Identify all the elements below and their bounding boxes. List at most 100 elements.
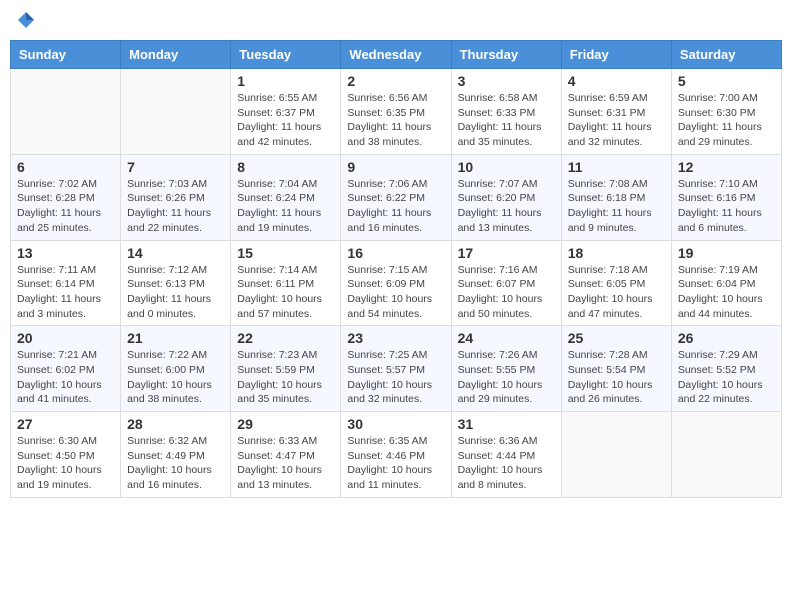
calendar-cell: 17 Sunrise: 7:16 AMSunset: 6:07 PMDayligh… <box>451 240 561 326</box>
cell-info: Sunrise: 7:15 AMSunset: 6:09 PMDaylight:… <box>347 263 444 322</box>
calendar-cell: 11Sunrise: 7:08 AMSunset: 6:18 PMDayligh… <box>561 154 671 240</box>
day-header-sunday: Sunday <box>11 41 121 69</box>
cell-info: Sunrise: 7:26 AMSunset: 5:55 PMDaylight:… <box>458 348 555 407</box>
calendar-cell: 2 Sunrise: 6:56 AMSunset: 6:35 PMDaylight… <box>341 69 451 155</box>
cell-day-number: 9 <box>347 159 444 175</box>
calendar-cell: 13 Sunrise: 7:11 AMSunset: 6:14 PMDayligh… <box>11 240 121 326</box>
calendar-cell: 30 Sunrise: 6:35 AMSunset: 4:46 PMDayligh… <box>341 412 451 498</box>
cell-info: Sunrise: 7:02 AMSunset: 6:28 PMDaylight:… <box>17 177 114 236</box>
calendar-cell: 23 Sunrise: 7:25 AMSunset: 5:57 PMDayligh… <box>341 326 451 412</box>
day-header-monday: Monday <box>121 41 231 69</box>
calendar-cell <box>671 412 781 498</box>
cell-info: Sunrise: 6:30 AMSunset: 4:50 PMDaylight:… <box>17 434 114 493</box>
cell-day-number: 14 <box>127 245 224 261</box>
cell-info: Sunrise: 7:03 AMSunset: 6:26 PMDaylight:… <box>127 177 224 236</box>
cell-day-number: 26 <box>678 330 775 346</box>
day-header-thursday: Thursday <box>451 41 561 69</box>
calendar-cell <box>121 69 231 155</box>
cell-day-number: 2 <box>347 73 444 89</box>
calendar-cell: 21 Sunrise: 7:22 AMSunset: 6:00 PMDayligh… <box>121 326 231 412</box>
calendar-cell: 20 Sunrise: 7:21 AMSunset: 6:02 PMDayligh… <box>11 326 121 412</box>
cell-info: Sunrise: 6:32 AMSunset: 4:49 PMDaylight:… <box>127 434 224 493</box>
calendar-cell: 4 Sunrise: 6:59 AMSunset: 6:31 PMDaylight… <box>561 69 671 155</box>
cell-info: Sunrise: 7:08 AMSunset: 6:18 PMDaylight:… <box>568 177 665 236</box>
calendar-cell: 15 Sunrise: 7:14 AMSunset: 6:11 PMDayligh… <box>231 240 341 326</box>
calendar-week-row: 27 Sunrise: 6:30 AMSunset: 4:50 PMDayligh… <box>11 412 782 498</box>
cell-info: Sunrise: 6:36 AMSunset: 4:44 PMDaylight:… <box>458 434 555 493</box>
calendar-cell <box>11 69 121 155</box>
cell-day-number: 3 <box>458 73 555 89</box>
day-header-tuesday: Tuesday <box>231 41 341 69</box>
cell-info: Sunrise: 7:19 AMSunset: 6:04 PMDaylight:… <box>678 263 775 322</box>
cell-day-number: 13 <box>17 245 114 261</box>
cell-day-number: 21 <box>127 330 224 346</box>
cell-day-number: 16 <box>347 245 444 261</box>
calendar-cell <box>561 412 671 498</box>
cell-info: Sunrise: 6:56 AMSunset: 6:35 PMDaylight:… <box>347 91 444 150</box>
cell-info: Sunrise: 7:07 AMSunset: 6:20 PMDaylight:… <box>458 177 555 236</box>
calendar-cell: 19 Sunrise: 7:19 AMSunset: 6:04 PMDayligh… <box>671 240 781 326</box>
calendar-cell: 6Sunrise: 7:02 AMSunset: 6:28 PMDaylight… <box>11 154 121 240</box>
calendar-cell: 25 Sunrise: 7:28 AMSunset: 5:54 PMDayligh… <box>561 326 671 412</box>
calendar-table: SundayMondayTuesdayWednesdayThursdayFrid… <box>10 40 782 498</box>
cell-day-number: 5 <box>678 73 775 89</box>
cell-day-number: 31 <box>458 416 555 432</box>
cell-day-number: 28 <box>127 416 224 432</box>
cell-info: Sunrise: 7:22 AMSunset: 6:00 PMDaylight:… <box>127 348 224 407</box>
logo-icon <box>16 10 36 30</box>
calendar-cell: 12Sunrise: 7:10 AMSunset: 6:16 PMDayligh… <box>671 154 781 240</box>
cell-day-number: 30 <box>347 416 444 432</box>
cell-info: Sunrise: 7:06 AMSunset: 6:22 PMDaylight:… <box>347 177 444 236</box>
calendar-cell: 9 Sunrise: 7:06 AMSunset: 6:22 PMDaylight… <box>341 154 451 240</box>
cell-day-number: 23 <box>347 330 444 346</box>
day-header-saturday: Saturday <box>671 41 781 69</box>
cell-day-number: 29 <box>237 416 334 432</box>
calendar-cell: 26 Sunrise: 7:29 AMSunset: 5:52 PMDayligh… <box>671 326 781 412</box>
cell-info: Sunrise: 7:00 AMSunset: 6:30 PMDaylight:… <box>678 91 775 150</box>
cell-info: Sunrise: 7:16 AMSunset: 6:07 PMDaylight:… <box>458 263 555 322</box>
cell-info: Sunrise: 7:29 AMSunset: 5:52 PMDaylight:… <box>678 348 775 407</box>
cell-info: Sunrise: 6:55 AMSunset: 6:37 PMDaylight:… <box>237 91 334 150</box>
cell-info: Sunrise: 7:14 AMSunset: 6:11 PMDaylight:… <box>237 263 334 322</box>
calendar-cell: 10Sunrise: 7:07 AMSunset: 6:20 PMDayligh… <box>451 154 561 240</box>
calendar-cell: 18 Sunrise: 7:18 AMSunset: 6:05 PMDayligh… <box>561 240 671 326</box>
cell-day-number: 27 <box>17 416 114 432</box>
calendar-cell: 29 Sunrise: 6:33 AMSunset: 4:47 PMDayligh… <box>231 412 341 498</box>
cell-day-number: 15 <box>237 245 334 261</box>
logo <box>15 10 37 30</box>
cell-info: Sunrise: 7:25 AMSunset: 5:57 PMDaylight:… <box>347 348 444 407</box>
cell-info: Sunrise: 7:18 AMSunset: 6:05 PMDaylight:… <box>568 263 665 322</box>
calendar-cell: 14Sunrise: 7:12 AMSunset: 6:13 PMDayligh… <box>121 240 231 326</box>
cell-day-number: 18 <box>568 245 665 261</box>
cell-day-number: 19 <box>678 245 775 261</box>
cell-day-number: 7 <box>127 159 224 175</box>
cell-info: Sunrise: 7:28 AMSunset: 5:54 PMDaylight:… <box>568 348 665 407</box>
day-header-friday: Friday <box>561 41 671 69</box>
calendar-cell: 5 Sunrise: 7:00 AMSunset: 6:30 PMDaylight… <box>671 69 781 155</box>
calendar-header-row: SundayMondayTuesdayWednesdayThursdayFrid… <box>11 41 782 69</box>
calendar-cell: 8Sunrise: 7:04 AMSunset: 6:24 PMDaylight… <box>231 154 341 240</box>
cell-day-number: 25 <box>568 330 665 346</box>
cell-day-number: 12 <box>678 159 775 175</box>
cell-info: Sunrise: 7:23 AMSunset: 5:59 PMDaylight:… <box>237 348 334 407</box>
calendar-cell: 27 Sunrise: 6:30 AMSunset: 4:50 PMDayligh… <box>11 412 121 498</box>
calendar-cell: 7 Sunrise: 7:03 AMSunset: 6:26 PMDaylight… <box>121 154 231 240</box>
cell-day-number: 4 <box>568 73 665 89</box>
cell-day-number: 8 <box>237 159 334 175</box>
cell-info: Sunrise: 7:21 AMSunset: 6:02 PMDaylight:… <box>17 348 114 407</box>
cell-day-number: 20 <box>17 330 114 346</box>
cell-day-number: 1 <box>237 73 334 89</box>
day-header-wednesday: Wednesday <box>341 41 451 69</box>
cell-info: Sunrise: 7:11 AMSunset: 6:14 PMDaylight:… <box>17 263 114 322</box>
calendar-cell: 22Sunrise: 7:23 AMSunset: 5:59 PMDayligh… <box>231 326 341 412</box>
page-header <box>10 10 782 30</box>
cell-info: Sunrise: 6:59 AMSunset: 6:31 PMDaylight:… <box>568 91 665 150</box>
calendar-cell: 31 Sunrise: 6:36 AMSunset: 4:44 PMDayligh… <box>451 412 561 498</box>
cell-info: Sunrise: 6:58 AMSunset: 6:33 PMDaylight:… <box>458 91 555 150</box>
calendar-cell: 16 Sunrise: 7:15 AMSunset: 6:09 PMDayligh… <box>341 240 451 326</box>
calendar-cell: 1 Sunrise: 6:55 AMSunset: 6:37 PMDaylight… <box>231 69 341 155</box>
cell-info: Sunrise: 6:35 AMSunset: 4:46 PMDaylight:… <box>347 434 444 493</box>
cell-info: Sunrise: 6:33 AMSunset: 4:47 PMDaylight:… <box>237 434 334 493</box>
calendar-cell: 28 Sunrise: 6:32 AMSunset: 4:49 PMDayligh… <box>121 412 231 498</box>
cell-day-number: 17 <box>458 245 555 261</box>
